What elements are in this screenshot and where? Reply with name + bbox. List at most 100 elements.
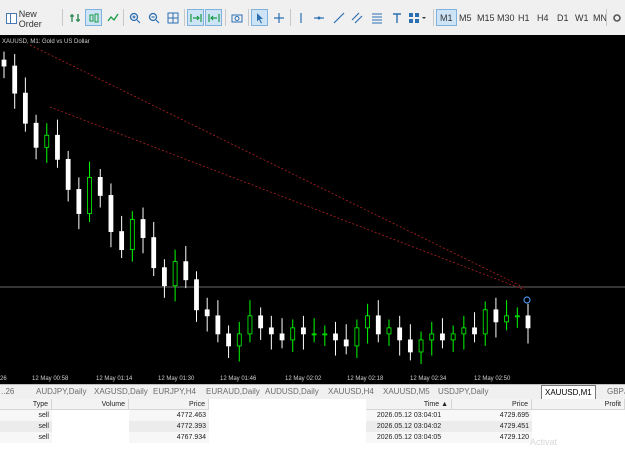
- chart-shift-icon[interactable]: [205, 9, 222, 26]
- chart-tab[interactable]: AUDUSD,Daily: [265, 386, 319, 398]
- candle-body: [343, 339, 349, 347]
- chart-tab[interactable]: ..26: [1, 386, 14, 398]
- column-header-time[interactable]: Time ▲: [366, 399, 452, 410]
- new-order-button[interactable]: New Order: [5, 9, 62, 29]
- column-header-price[interactable]: Price: [129, 399, 209, 410]
- candle-body: [33, 122, 39, 148]
- candle-body: [301, 327, 306, 335]
- candle-body: [504, 315, 510, 323]
- line-chart-icon[interactable]: [104, 9, 121, 26]
- candle-body: [450, 333, 456, 341]
- candle-body: [55, 134, 60, 160]
- chart-canvas[interactable]: [0, 35, 625, 384]
- candle-body: [268, 327, 274, 335]
- timeframe-d1[interactable]: D1: [554, 9, 572, 26]
- candle-body: [429, 333, 435, 341]
- price-chart[interactable]: XAUUSD, M1: Gold vs US Dollar 26 12 May …: [0, 35, 625, 384]
- candle-body: [365, 315, 370, 329]
- horizontal-line-icon[interactable]: [310, 9, 327, 26]
- chart-tab[interactable]: GBPJP: [607, 386, 625, 398]
- candle-body: [375, 315, 381, 335]
- candle-body: [407, 339, 413, 353]
- column-header-price[interactable]: Price: [452, 399, 532, 410]
- time-label: 26: [0, 376, 7, 382]
- cursor-icon[interactable]: [251, 9, 268, 26]
- candle-body: [514, 315, 520, 318]
- candle-body: [1, 59, 7, 67]
- candle-body: [119, 231, 125, 251]
- candle-body: [482, 309, 488, 335]
- time-label: 12 May 02:50: [474, 376, 511, 382]
- chart-tabs: ..26 AUDJPY,Daily XAGUSD,Daily EURJPY,H4…: [0, 384, 625, 400]
- shapes-icon[interactable]: [406, 9, 430, 26]
- candle-body: [247, 315, 253, 335]
- trendline-icon[interactable]: [330, 9, 347, 26]
- sort-ascending-icon: ▲: [441, 401, 448, 408]
- candle-body: [440, 333, 445, 341]
- chart-tab[interactable]: XAUUSD,M5: [383, 386, 430, 398]
- autoscroll-icon[interactable]: [187, 9, 204, 26]
- candle-body: [65, 158, 71, 190]
- candle-body: [204, 309, 210, 317]
- timeframe-m30[interactable]: M30: [494, 9, 518, 26]
- chart-tab[interactable]: USDJPY,Daily: [438, 386, 489, 398]
- deal-time: 2026.05.12 03:04:05: [366, 432, 452, 443]
- timeframe-m5[interactable]: M5: [456, 9, 475, 26]
- settings-icon[interactable]: [608, 9, 625, 26]
- channel-icon[interactable]: [348, 9, 365, 26]
- screenshot-icon[interactable]: [228, 9, 245, 26]
- candle-body: [333, 333, 338, 341]
- algo-trading-icon[interactable]: [66, 9, 83, 26]
- vertical-line-icon[interactable]: [292, 9, 309, 26]
- order-price: 4772.463: [129, 410, 209, 421]
- column-header-type[interactable]: Type: [0, 399, 52, 410]
- trendline-lower[interactable]: [49, 106, 526, 291]
- column-header-profit[interactable]: Profit: [532, 399, 625, 410]
- timeframe-h1[interactable]: H1: [515, 9, 533, 26]
- candle-body: [354, 327, 360, 347]
- chart-tab[interactable]: EURJPY,H4: [153, 386, 196, 398]
- candle-body: [140, 219, 146, 238]
- timeframe-m1[interactable]: M1: [436, 9, 457, 26]
- candle-body: [44, 134, 50, 148]
- candle-body: [258, 315, 264, 329]
- time-label: 12 May 02:02: [285, 376, 322, 382]
- time-label: 12 May 01:14: [96, 376, 133, 382]
- chart-tab[interactable]: AUDJPY,Daily: [36, 386, 87, 398]
- chart-title: XAUUSD, M1: Gold vs US Dollar: [2, 39, 90, 45]
- text-icon[interactable]: [388, 9, 405, 26]
- candle-body: [194, 279, 199, 311]
- crosshair-icon[interactable]: [270, 9, 287, 26]
- column-header-volume[interactable]: Volume: [52, 399, 129, 410]
- candle-body: [215, 315, 221, 335]
- crosshair-marker-icon[interactable]: [523, 296, 531, 304]
- candle-body: [226, 333, 231, 347]
- chart-tab[interactable]: EURAUD,Daily: [206, 386, 260, 398]
- candle-body: [397, 327, 403, 341]
- zoom-in-icon[interactable]: [126, 9, 143, 26]
- deal-price: 4729.451: [452, 421, 532, 432]
- zoom-out-icon[interactable]: [145, 9, 162, 26]
- candle-body: [172, 261, 178, 287]
- chart-tab[interactable]: XAUUSD,H4: [328, 386, 374, 398]
- trendline-upper[interactable]: [29, 44, 526, 289]
- activation-watermark: Activat: [530, 437, 558, 447]
- fibonacci-icon[interactable]: [368, 9, 385, 26]
- order-price: 4767.934: [129, 432, 209, 443]
- grid-icon[interactable]: [164, 9, 181, 26]
- timeframe-w1[interactable]: W1: [572, 9, 592, 26]
- new-order-icon: [6, 13, 17, 24]
- deal-time: 2026.05.12 03:04:01: [366, 410, 452, 421]
- timeframe-h4[interactable]: H4: [534, 9, 552, 26]
- candle-body: [311, 333, 317, 336]
- timeframe-mn[interactable]: MN: [590, 9, 610, 26]
- bar-chart-icon[interactable]: [85, 9, 102, 26]
- candle-body: [279, 333, 285, 341]
- chart-tab[interactable]: XAGUSD,Daily: [94, 386, 148, 398]
- candle-body: [12, 65, 18, 94]
- chart-tab-active[interactable]: XAUUSD,M1: [541, 385, 596, 399]
- candle-body: [76, 189, 82, 214]
- toolbar: New Order M1 M5 M15 M30 H1 H4 D1 W1 MN: [0, 0, 625, 36]
- candle-body: [290, 327, 296, 341]
- candle-body: [87, 177, 92, 214]
